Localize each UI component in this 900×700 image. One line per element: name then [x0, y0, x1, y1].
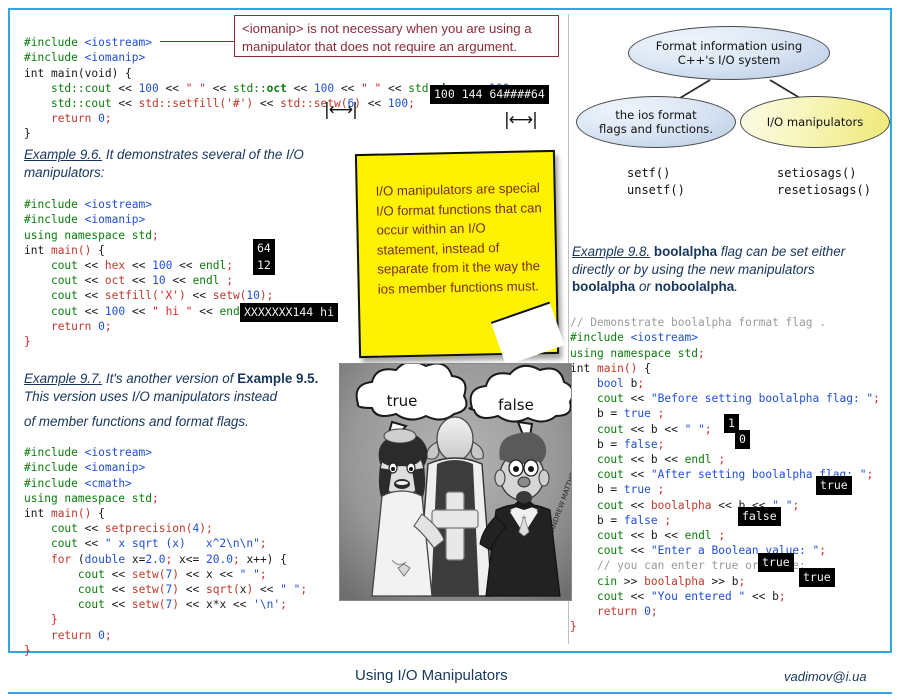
- example-98-bold-boolalpha-2: boolalpha: [572, 279, 636, 294]
- iomanip-callout: <iomanip> is not necessary when you are …: [234, 15, 559, 57]
- sticky-note-text: I/O manipulators are special I/O format …: [375, 180, 542, 297]
- example-98-heading-end: .: [734, 279, 738, 294]
- example-98-heading: Example 9.8. boolalpha flag can be set e…: [572, 243, 892, 296]
- example-98-heading-line2: directly or by using the new manipulator…: [572, 261, 815, 277]
- example-97-code: #include <iostream> #include <iomanip> #…: [24, 446, 308, 657]
- example-98-output-3: true: [816, 476, 852, 495]
- ios-functions-list: setf() unsetf(): [627, 166, 685, 197]
- width-bracket-right: |⟷|: [504, 110, 538, 130]
- example-97-heading-line2: This version uses I/O manipulators inste…: [24, 388, 278, 404]
- example-97-label: Example 9.7.: [24, 371, 103, 386]
- example-97-heading: Example 9.7. It's another version of Exa…: [24, 370, 344, 405]
- diagram-node-io-manipulators: I/O manipulators: [740, 96, 890, 148]
- example-98-output-2: 0: [735, 430, 750, 449]
- example-97-heading-line3: of member functions and format flags.: [24, 414, 249, 429]
- iomanip-callout-text: <iomanip> is not necessary when you are …: [242, 21, 532, 54]
- example-98-heading-mid: or: [635, 279, 655, 294]
- cartoon-bubble-right-text: false: [498, 396, 534, 414]
- top-output-box: 100 144 64####64: [430, 85, 549, 104]
- wedding-cartoon-image: true false ANDREW MATTHEWS: [339, 363, 572, 601]
- example-98-output-5: true: [758, 553, 794, 572]
- example-98-output-4: false: [738, 507, 781, 526]
- cartoon-svg: true false ANDREW MATTHEWS: [340, 364, 571, 600]
- example-96-heading-rest: It demonstrates several of the I/O: [102, 147, 304, 162]
- footer-email: vadimov@i.ua: [784, 669, 867, 684]
- sticky-note: I/O manipulators are special I/O format …: [354, 149, 565, 366]
- diagram-node-io-manipulators-label: I/O manipulators: [766, 114, 864, 129]
- example-97-ref-bold: Example 9.5.: [237, 371, 319, 386]
- cartoon-bubble-left-text: true: [387, 392, 418, 410]
- example-97-heading-line3-wrap: of member functions and format flags.: [24, 413, 344, 431]
- width-bracket-left: |⟷|: [324, 100, 358, 120]
- manipulator-functions-list: setiosags() resetiosags(): [777, 166, 871, 197]
- example-96-heading-line2: manipulators:: [24, 164, 105, 180]
- example-96-output-2: 12: [253, 256, 275, 275]
- callout-leader-line: [160, 41, 234, 43]
- example-98-bold-noboolalpha: noboolalpha: [654, 279, 735, 294]
- diagram-node-ios-flags: the ios format flags and functions.: [576, 96, 736, 148]
- footer-title: Using I/O Manipulators: [355, 667, 508, 684]
- slide-canvas: #include <iostream> #include <iomanip> i…: [0, 0, 900, 700]
- example-98-label: Example 9.8.: [572, 244, 651, 259]
- diagram-node-ios-flags-label: the ios format flags and functions.: [598, 107, 714, 137]
- example-96-code: #include <iostream> #include <iomanip> u…: [24, 198, 274, 349]
- example-98-heading-rest: flag can be set either: [717, 244, 846, 259]
- example-96-output-3: XXXXXXX144 hi: [240, 303, 339, 322]
- example-96-heading: Example 9.6. It demonstrates several of …: [24, 146, 354, 181]
- example-98-output-6: true: [799, 568, 835, 587]
- example-98-bold-boolalpha: boolalpha: [653, 244, 718, 259]
- example-96-label: Example 9.6.: [24, 147, 103, 162]
- footer-divider: [8, 692, 892, 694]
- example-97-heading-rest: It's another version of: [102, 371, 238, 386]
